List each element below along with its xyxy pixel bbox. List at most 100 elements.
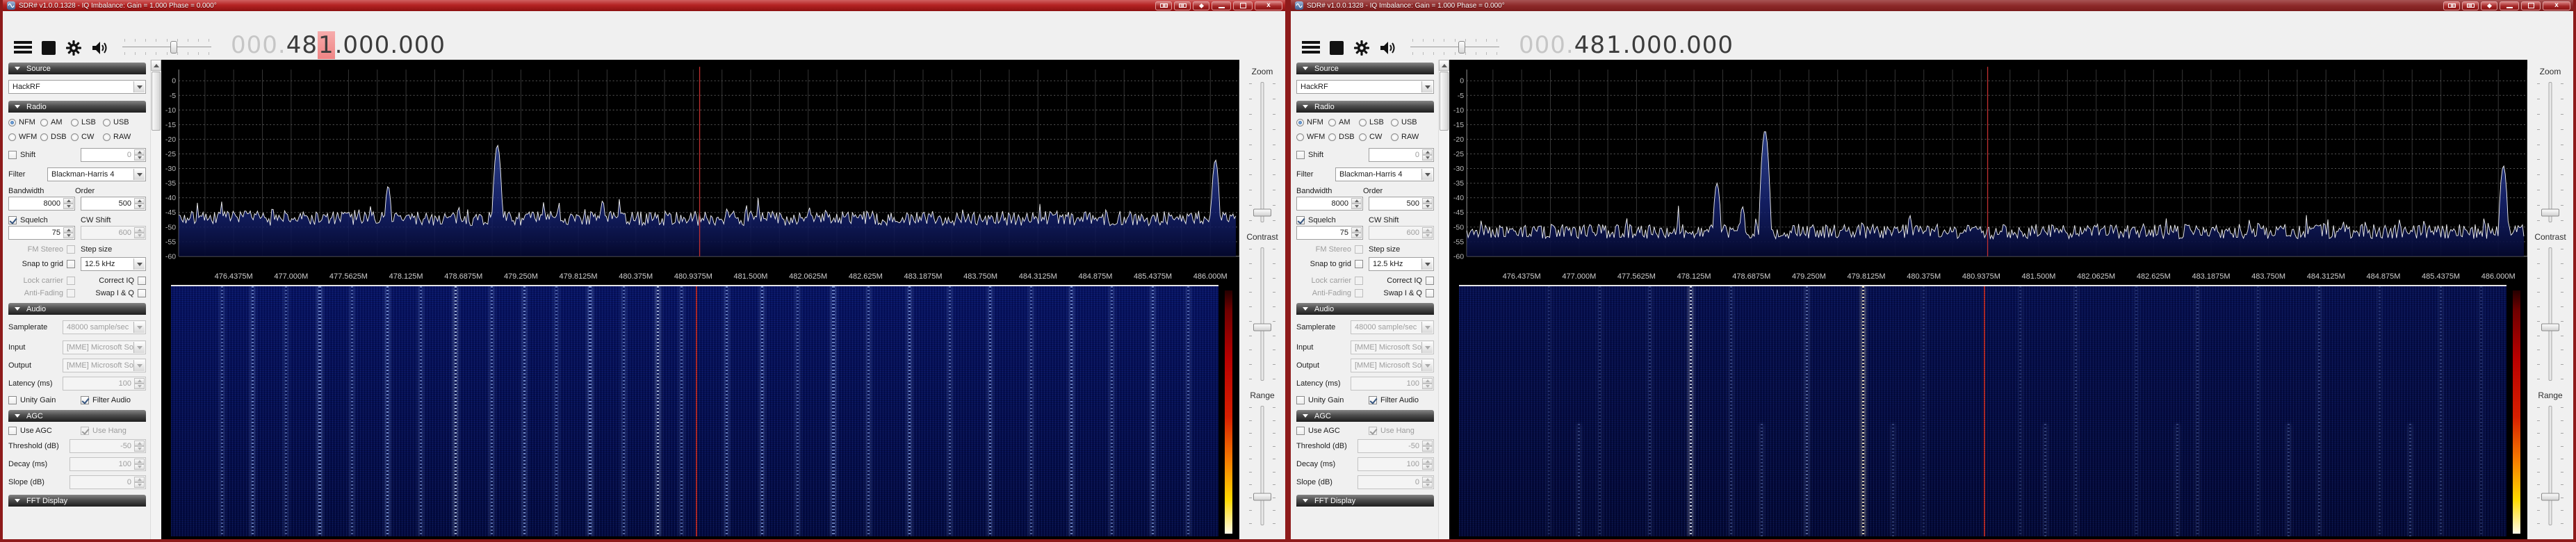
contrast-slider[interactable] [1247,247,1278,381]
checkbox[interactable] [8,396,17,404]
checkbox[interactable] [1426,289,1434,297]
snap-right-icon[interactable] [2462,1,2479,10]
checkbox[interactable] [1355,260,1363,268]
step-size-select[interactable]: 12.5 kHz [81,257,146,271]
source-panel-header[interactable]: Source [1296,63,1434,74]
source-device-select[interactable]: HackRF [8,80,146,94]
squelch-checkbox[interactable]: Squelch [8,216,75,224]
sidebar-scrollbar[interactable] [150,60,161,539]
volume-slider[interactable] [122,39,211,56]
mode-raw-radio[interactable]: RAW [103,133,138,141]
minimize-icon[interactable] [2500,1,2519,10]
mode-dsb-radio[interactable]: DSB [1328,133,1359,141]
spectrum-plot[interactable]: 0-5-10-15-20-25-30-35-40-45-50-55-60 [161,60,1239,270]
stop-icon[interactable] [42,39,56,57]
frequency-display[interactable]: 000.481.000.000 [231,33,446,57]
checkbox[interactable] [138,289,146,297]
agc-panel-header[interactable]: AGC [1296,410,1434,422]
snap-left-icon[interactable] [1155,1,1172,10]
use-agc-checkbox[interactable]: Use AGC [1296,427,1363,435]
radio-panel-header[interactable]: Radio [8,101,146,113]
source-device-select[interactable]: HackRF [1296,80,1434,94]
fft-display-panel-header[interactable]: FFT Display [1296,495,1434,507]
audio-panel-header[interactable]: Audio [1296,303,1434,315]
volume-thumb[interactable] [170,41,177,54]
stop-icon[interactable] [1330,39,1344,57]
snap-left-icon[interactable] [2443,1,2460,10]
checkbox[interactable] [8,151,17,159]
shift-checkbox[interactable]: Shift [8,151,75,159]
checkbox[interactable] [8,216,17,224]
checkbox[interactable] [81,396,89,404]
speaker-icon[interactable] [92,39,110,57]
zoom-slider-thumb[interactable] [2541,208,2559,216]
spinner-arrows[interactable] [1351,227,1362,238]
step-size-select[interactable]: 12.5 kHz [1369,257,1434,271]
correct-iq-checkbox[interactable]: Correct IQ [1369,277,1434,285]
shift-input[interactable]: 0 [81,148,146,162]
mode-wfm-radio[interactable]: WFM [1296,133,1328,141]
range-slider-thumb[interactable] [2541,493,2559,500]
mode-usb-radio[interactable]: USB [103,118,138,126]
volume-thumb[interactable] [1458,41,1465,54]
spinner-arrows[interactable] [1351,198,1362,209]
close-icon[interactable]: x [2543,1,2570,10]
minimize-icon[interactable] [1212,1,1231,10]
swap-iq-checkbox[interactable]: Swap I & Q [81,289,146,297]
squelch-input[interactable]: 75 [8,226,75,240]
squelch-input[interactable]: 75 [1296,226,1363,240]
order-input[interactable]: 500 [81,197,146,211]
spectrum-plot[interactable]: 0-5-10-15-20-25-30-35-40-45-50-55-60 [1449,60,2527,270]
mode-raw-radio[interactable]: RAW [1391,133,1426,141]
menu-icon[interactable] [1302,39,1320,57]
range-slider-thumb[interactable] [1253,493,1271,500]
mode-nfm-radio[interactable]: NFM [8,118,40,126]
mode-cw-radio[interactable]: CW [1359,133,1391,141]
frequency-display[interactable]: 000.481.000.000 [1519,33,1734,57]
shift-checkbox[interactable]: Shift [1296,151,1363,159]
range-slider[interactable] [1247,406,1278,525]
shift-input[interactable]: 0 [1369,148,1434,162]
mode-nfm-radio[interactable]: NFM [1296,118,1328,126]
waterfall-canvas[interactable] [171,286,1218,536]
range-slider[interactable] [2535,406,2566,525]
spinner-arrows[interactable] [1422,198,1433,209]
waterfall[interactable] [161,285,1239,539]
spinner-arrows[interactable] [134,149,145,161]
mode-am-radio[interactable]: AM [1328,118,1359,126]
filter-audio-checkbox[interactable]: Filter Audio [81,396,146,404]
source-panel-header[interactable]: Source [8,63,146,74]
snap-to-grid-checkbox[interactable]: Snap to grid [1296,260,1363,268]
radio-panel-header[interactable]: Radio [1296,101,1434,113]
mode-dsb-radio[interactable]: DSB [40,133,71,141]
speaker-icon[interactable] [1380,39,1398,57]
spinner-arrows[interactable] [63,198,74,209]
checkbox[interactable] [1369,396,1377,404]
checkbox[interactable] [8,427,17,435]
close-icon[interactable]: x [1255,1,1282,10]
filter-select[interactable]: Blackman-Harris 4 [47,167,146,181]
filter-select[interactable]: Blackman-Harris 4 [1335,167,1434,181]
zoom-slider-thumb[interactable] [1253,208,1271,216]
bandwidth-input[interactable]: 8000 [8,197,75,211]
zoom-slider[interactable] [2535,82,2566,222]
contrast-slider[interactable] [2535,247,2566,381]
checkbox[interactable] [1426,277,1434,285]
title-bar[interactable]: SDR# v1.0.0.1328 - IQ Imbalance: Gain = … [1291,0,2573,11]
contrast-slider-thumb[interactable] [2541,324,2559,331]
mode-am-radio[interactable]: AM [40,118,71,126]
maximize-icon[interactable] [2521,1,2541,10]
zoom-slider[interactable] [1247,82,1278,222]
mode-wfm-radio[interactable]: WFM [8,133,40,141]
checkbox[interactable] [1296,396,1305,404]
mode-lsb-radio[interactable]: LSB [1359,118,1391,126]
audio-panel-header[interactable]: Audio [8,303,146,315]
mode-lsb-radio[interactable]: LSB [71,118,103,126]
mode-usb-radio[interactable]: USB [1391,118,1426,126]
gear-icon[interactable] [65,39,82,57]
scrollbar-thumb[interactable] [152,72,161,131]
use-agc-checkbox[interactable]: Use AGC [8,427,75,435]
pin-icon[interactable] [2481,1,2497,10]
checkbox[interactable] [67,260,75,268]
volume-slider[interactable] [1410,39,1499,56]
